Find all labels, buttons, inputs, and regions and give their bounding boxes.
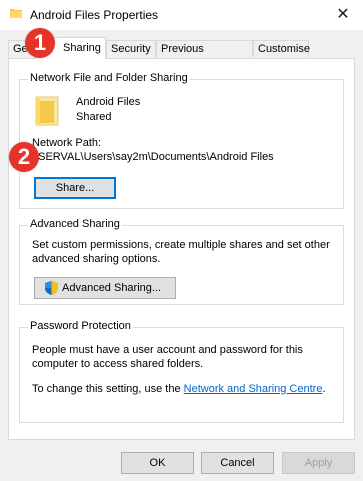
group-title: Advanced Sharing — [28, 218, 122, 230]
tab-customise[interactable]: Customise — [253, 40, 310, 57]
close-button[interactable]: ✕ — [323, 0, 363, 30]
advanced-sharing-group: Advanced Sharing Set custom permissions,… — [19, 218, 344, 305]
network-path-value: \\SERVAL\Users\say2m\Documents\Android F… — [32, 151, 274, 163]
uac-shield-icon — [45, 281, 58, 295]
share-button[interactable]: Share... — [34, 177, 116, 199]
ok-button[interactable]: OK — [121, 452, 194, 474]
folder-icon — [10, 9, 22, 18]
network-sharing-group: Network File and Folder Sharing Android … — [19, 72, 344, 209]
shared-folder-icon — [35, 96, 59, 126]
apply-button[interactable]: Apply — [282, 452, 355, 474]
network-path-label: Network Path: — [32, 137, 102, 149]
password-protection-line1: People must have a user account and pass… — [32, 344, 303, 356]
password-protection-group: Password Protection People must have a u… — [19, 320, 344, 423]
group-title: Password Protection — [28, 320, 133, 332]
change-setting-text: To change this setting, use the Network … — [32, 383, 326, 395]
tab-previous-versions[interactable]: Previous Versions — [156, 40, 253, 72]
change-setting-prefix: To change this setting, use the — [32, 383, 184, 395]
advanced-sharing-button[interactable]: Advanced Sharing... — [34, 277, 176, 299]
change-setting-suffix: . — [322, 383, 326, 395]
folder-status: Shared — [76, 111, 112, 123]
annotation-badge-1: 1 — [25, 28, 55, 58]
title-bar: Android Files Properties ✕ — [0, 0, 363, 30]
advanced-sharing-description-line2: advanced sharing options. — [32, 253, 161, 265]
group-title: Network File and Folder Sharing — [28, 72, 190, 84]
advanced-sharing-button-label: Advanced Sharing... — [62, 282, 162, 294]
window-title: Android Files Properties — [30, 8, 159, 22]
sharing-panel: Network File and Folder Sharing Android … — [8, 58, 355, 440]
tab-security[interactable]: Security — [106, 40, 156, 57]
network-sharing-centre-link[interactable]: Network and Sharing Centre — [184, 383, 323, 395]
advanced-sharing-description-line1: Set custom permissions, create multiple … — [32, 239, 330, 251]
folder-name: Android Files — [76, 96, 141, 108]
cancel-button[interactable]: Cancel — [201, 452, 274, 474]
annotation-badge-2: 2 — [9, 142, 39, 172]
password-protection-line2: computer to access shared folders. — [32, 358, 204, 370]
close-icon: ✕ — [336, 6, 350, 23]
